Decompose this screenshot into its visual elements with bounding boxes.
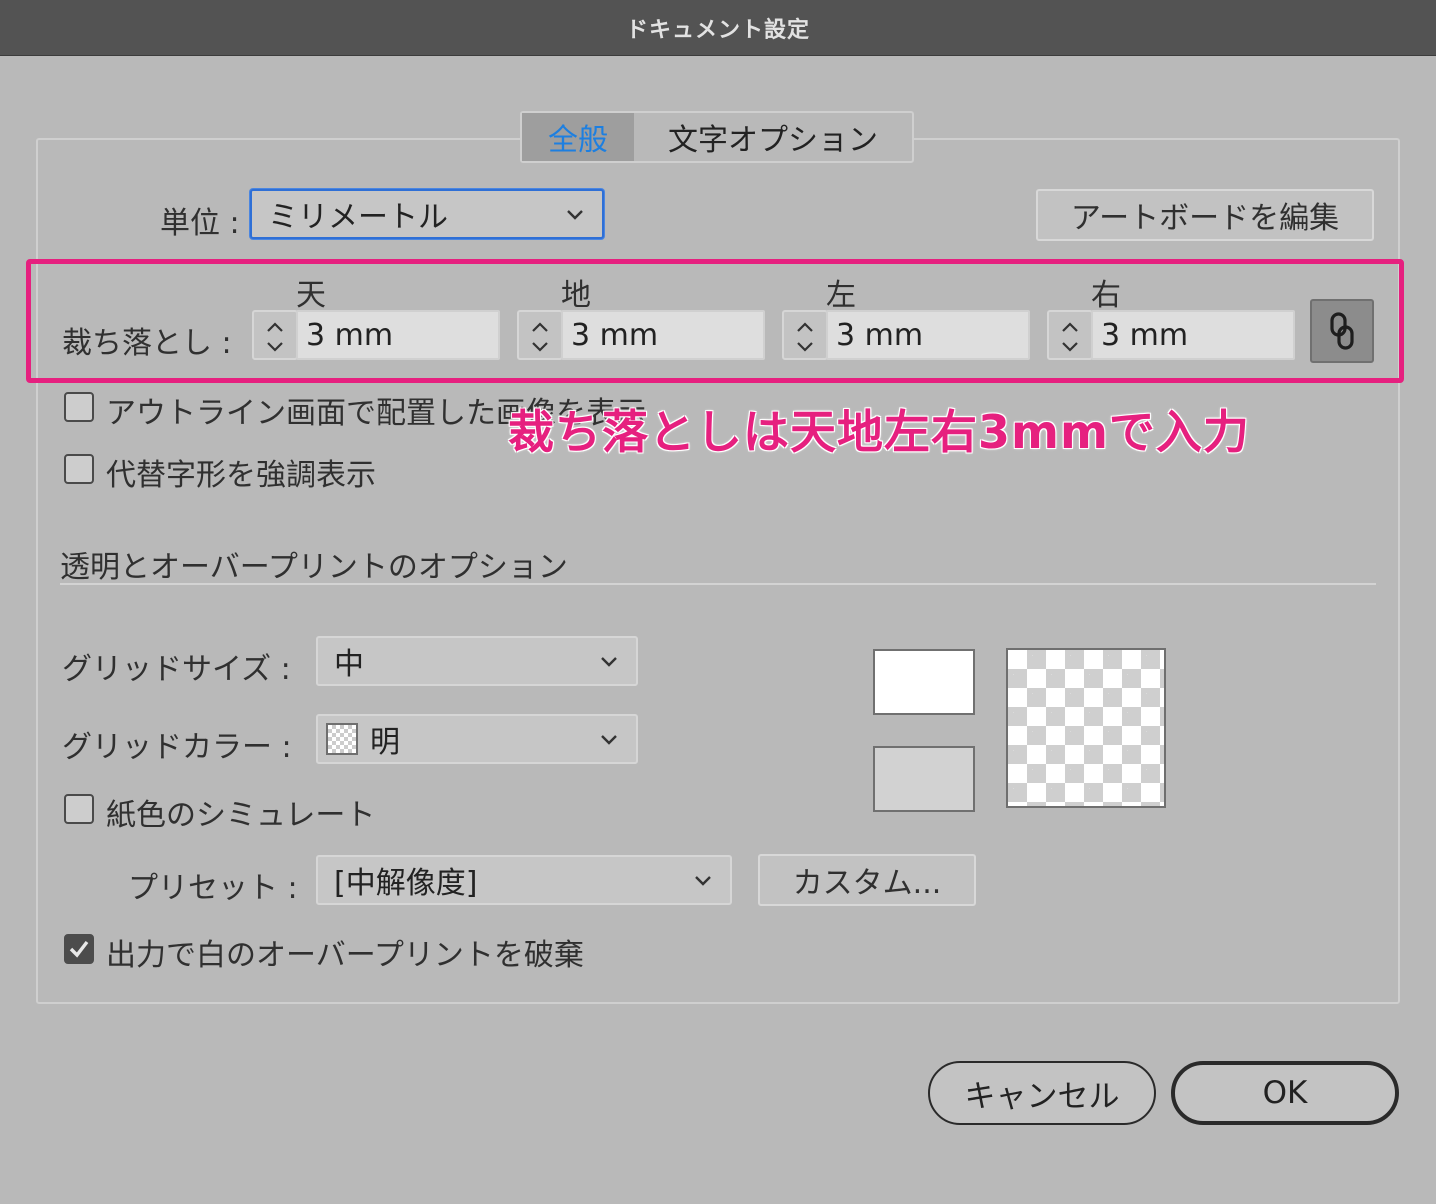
checker-swatch-icon: [326, 723, 358, 755]
chevron-up-icon: [797, 322, 813, 332]
checkmark-icon: [69, 940, 89, 958]
tab-type-options[interactable]: 文字オプション: [634, 113, 912, 161]
chevron-down-icon: [1062, 342, 1078, 352]
chevron-up-icon: [532, 322, 548, 332]
bleed-bottom-header: 地: [561, 278, 591, 313]
bleed-right-stepper[interactable]: [1047, 310, 1093, 360]
title-bar: ドキュメント設定: [0, 0, 1436, 56]
bleed-bottom-input[interactable]: 3 mm: [561, 310, 765, 360]
bleed-left-stepper[interactable]: [782, 310, 828, 360]
simulate-paper-label: 紙色のシミュレート: [106, 798, 376, 833]
annotation-text: 裁ち落としは天地左右3mmで入力: [508, 405, 1250, 459]
discard-white-overprint-label: 出力で白のオーバープリントを破棄: [106, 938, 584, 973]
bleed-right-input[interactable]: 3 mm: [1091, 310, 1295, 360]
grid-color-swatch[interactable]: [873, 746, 975, 812]
chevron-up-icon: [1062, 322, 1078, 332]
bleed-top-header: 天: [296, 278, 326, 313]
chevron-down-icon: [601, 657, 617, 667]
chevron-down-icon: [601, 735, 617, 745]
chevron-up-icon: [267, 322, 283, 332]
transparency-heading: 透明とオーバープリントのオプション: [60, 550, 568, 585]
grid-color-select[interactable]: 明: [316, 714, 638, 764]
chevron-down-icon: [797, 342, 813, 352]
grid-size-value: 中: [334, 647, 364, 682]
section-divider: [60, 583, 1376, 585]
paper-color-swatch[interactable]: [873, 649, 975, 715]
cancel-button[interactable]: キャンセル: [928, 1061, 1156, 1125]
bleed-top-input[interactable]: 3 mm: [296, 310, 500, 360]
chevron-down-icon: [567, 210, 583, 220]
units-value: ミリメートル: [268, 200, 448, 235]
grid-color-value: 明: [370, 725, 400, 760]
discard-white-overprint-checkbox[interactable]: [64, 934, 94, 964]
chain-link-icon: [1330, 312, 1354, 350]
grid-color-label: グリッドカラー :: [62, 730, 292, 765]
ok-button[interactable]: OK: [1171, 1061, 1399, 1125]
bleed-top-stepper[interactable]: [252, 310, 298, 360]
simulate-paper-checkbox[interactable]: [64, 794, 94, 824]
tab-bar: 全般 文字オプション: [520, 111, 914, 163]
units-select[interactable]: ミリメートル: [250, 189, 604, 239]
preset-label: プリセット :: [128, 871, 298, 906]
custom-button[interactable]: カスタム...: [758, 854, 976, 906]
bleed-right-header: 右: [1091, 278, 1121, 313]
transparency-grid-preview: [1006, 648, 1166, 808]
highlight-glyphs-label: 代替字形を強調表示: [106, 458, 376, 493]
grid-size-select[interactable]: 中: [316, 636, 638, 686]
bleed-label: 裁ち落とし :: [62, 326, 232, 361]
chevron-down-icon: [695, 876, 711, 886]
grid-size-label: グリッドサイズ :: [62, 652, 291, 687]
bleed-bottom-stepper[interactable]: [517, 310, 563, 360]
tab-general[interactable]: 全般: [522, 113, 634, 161]
link-bleed-values-button[interactable]: [1310, 299, 1374, 363]
show-placed-images-checkbox[interactable]: [64, 392, 94, 422]
highlight-glyphs-checkbox[interactable]: [64, 454, 94, 484]
chevron-down-icon: [267, 342, 283, 352]
preset-value: [中解像度]: [334, 866, 478, 901]
bleed-left-header: 左: [826, 278, 856, 313]
chevron-down-icon: [532, 342, 548, 352]
preset-select[interactable]: [中解像度]: [316, 855, 732, 905]
edit-artboard-button[interactable]: アートボードを編集: [1036, 189, 1374, 241]
units-label: 単位 :: [160, 206, 240, 241]
window-title: ドキュメント設定: [625, 17, 810, 43]
bleed-left-input[interactable]: 3 mm: [826, 310, 1030, 360]
